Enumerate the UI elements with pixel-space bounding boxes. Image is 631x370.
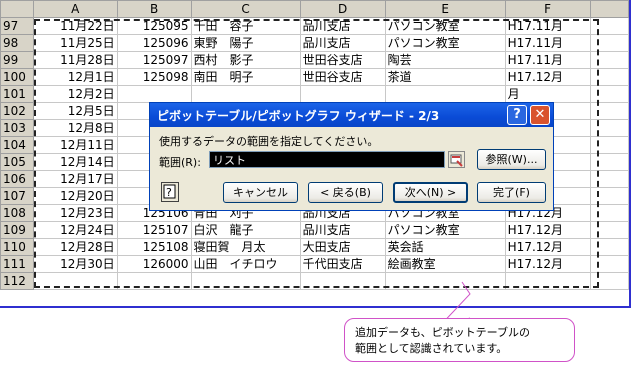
cancel-button[interactable]: キャンセル <box>223 182 298 203</box>
back-button[interactable]: < 戻る(B) <box>308 182 383 203</box>
wizard-help-icon[interactable]: ? <box>161 182 179 202</box>
help-question-glyph: ? <box>163 184 176 199</box>
finish-button[interactable]: 完了(F) <box>477 182 546 203</box>
dialog-title: ピボットテーブル/ピボットグラフ ウィザード - 2/3 <box>157 109 440 123</box>
dialog-titlebar[interactable]: ピボットテーブル/ピボットグラフ ウィザード - 2/3 ? ✕ <box>150 103 553 127</box>
range-prompt: 使用するデータの範囲を指定してください。 <box>159 135 379 148</box>
svg-text:?: ? <box>166 186 172 199</box>
browse-button[interactable]: 参照(W)... <box>477 149 546 170</box>
callout-line-2: 範囲として認識されています。 <box>355 342 508 355</box>
close-icon[interactable]: ✕ <box>530 105 550 125</box>
range-label: 範囲(R): <box>159 156 201 169</box>
next-button[interactable]: 次へ(N) > <box>393 182 468 203</box>
collapse-dialog-icon[interactable] <box>448 151 465 168</box>
callout-line-1: 追加データも、ピボットテーブルの <box>355 326 531 339</box>
help-icon[interactable]: ? <box>507 105 527 125</box>
pivot-wizard-dialog: ピボットテーブル/ピボットグラフ ウィザード - 2/3 ? ✕ 使用するデータ… <box>149 102 554 211</box>
collapse-dialog-glyph <box>450 154 463 167</box>
callout-note: 追加データも、ピボットテーブルの 範囲として認識されています。 <box>344 318 575 362</box>
range-input[interactable]: リスト <box>209 151 445 168</box>
